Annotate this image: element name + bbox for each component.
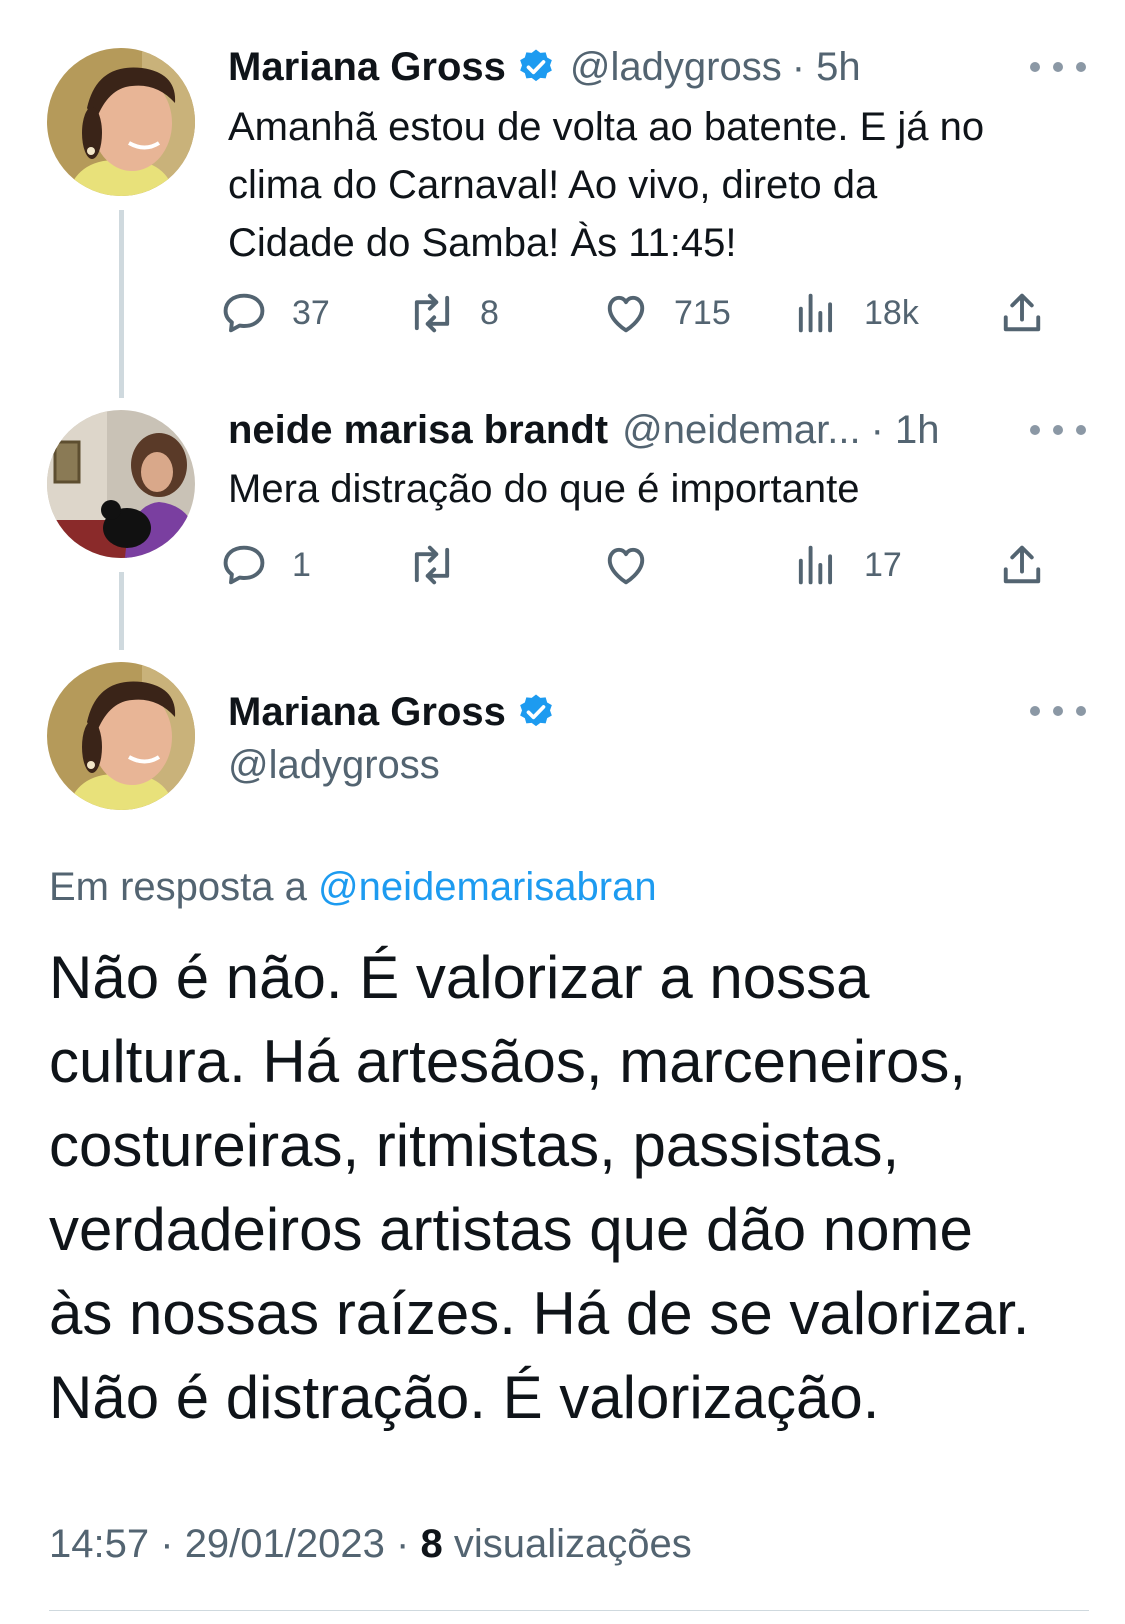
author-handle[interactable]: @ladygross xyxy=(228,740,440,790)
tweet1-text: Amanhã estou de volta ao batente. E já n… xyxy=(228,105,985,265)
tweet-timestamp[interactable]: 14:57 xyxy=(49,1522,149,1566)
retweet-button[interactable] xyxy=(406,535,480,595)
avatar-mariana-gross[interactable] xyxy=(47,662,195,810)
tweet-meta: 14:57 · 29/01/2023 · 8 visualizações xyxy=(49,1522,692,1567)
views-chart-icon xyxy=(790,287,842,339)
tweet-time[interactable]: · 1h xyxy=(871,408,940,453)
avatar-mariana-gross[interactable] xyxy=(47,48,195,196)
views-count: 18k xyxy=(864,293,919,332)
retweet-count: 8 xyxy=(480,293,499,332)
reply-handle-link[interactable]: @neidemarisabran xyxy=(318,865,657,909)
reply-count: 1 xyxy=(292,545,311,584)
avatar-neide-marisa-brandt[interactable] xyxy=(47,410,195,558)
separator: · xyxy=(160,1522,174,1566)
reply-context: Em resposta a @neidemarisabran xyxy=(49,865,657,910)
tweet2-header: neide marisa brandt @neidemar... · 1h xyxy=(228,405,940,455)
reply-icon xyxy=(218,287,270,339)
divider xyxy=(49,1610,1089,1611)
verified-badge-icon xyxy=(516,692,556,732)
more-options-icon[interactable] xyxy=(1030,415,1086,445)
thread-connector-line xyxy=(119,572,124,650)
share-button[interactable] xyxy=(996,535,1048,595)
reply-button[interactable]: 1 xyxy=(218,535,311,595)
retweet-icon xyxy=(406,287,458,339)
tweet-date[interactable]: 29/01/2023 xyxy=(185,1522,385,1566)
reply-count: 37 xyxy=(292,293,330,332)
tweet2-text: Mera distração do que é importante xyxy=(228,467,860,511)
views-label: visualizações xyxy=(453,1522,692,1566)
author-handle[interactable]: @ladygross xyxy=(570,45,782,90)
views-count: 17 xyxy=(864,545,902,584)
author-name[interactable]: neide marisa brandt xyxy=(228,408,608,453)
like-button[interactable]: 715 xyxy=(600,283,731,343)
verified-badge-icon xyxy=(516,47,556,87)
main-tweet-text: Não é não. É valorizar a nossa cultura. … xyxy=(49,944,1030,1431)
views-button[interactable]: 17 xyxy=(790,535,902,595)
author-handle[interactable]: @neidemar... xyxy=(622,408,861,453)
share-icon xyxy=(996,539,1048,591)
main-tweet-header: Mariana Gross xyxy=(228,687,556,737)
reply-button[interactable]: 37 xyxy=(218,283,330,343)
views-count: 8 xyxy=(420,1522,443,1566)
heart-icon xyxy=(600,539,652,591)
tweet2-actions: 1 17 xyxy=(223,535,1098,595)
author-name[interactable]: Mariana Gross xyxy=(228,690,506,735)
like-count: 715 xyxy=(674,293,731,332)
retweet-icon xyxy=(406,539,458,591)
share-icon xyxy=(996,287,1048,339)
more-options-icon[interactable] xyxy=(1030,696,1086,726)
views-button[interactable]: 18k xyxy=(790,283,919,343)
thread-connector-line xyxy=(119,210,124,398)
more-options-icon[interactable] xyxy=(1030,52,1086,82)
reply-prefix: Em resposta a xyxy=(49,865,307,909)
views-chart-icon xyxy=(790,539,842,591)
retweet-button[interactable]: 8 xyxy=(406,283,499,343)
tweet-time[interactable]: · 5h xyxy=(792,45,861,90)
like-button[interactable] xyxy=(600,535,674,595)
tweet1-header: Mariana Gross @ladygross · 5h xyxy=(228,42,861,92)
heart-icon xyxy=(600,287,652,339)
separator: · xyxy=(396,1522,410,1566)
reply-icon xyxy=(218,539,270,591)
share-button[interactable] xyxy=(996,283,1048,343)
tweet1-actions: 37 8 715 18k xyxy=(223,283,1098,343)
author-name[interactable]: Mariana Gross xyxy=(228,45,506,90)
